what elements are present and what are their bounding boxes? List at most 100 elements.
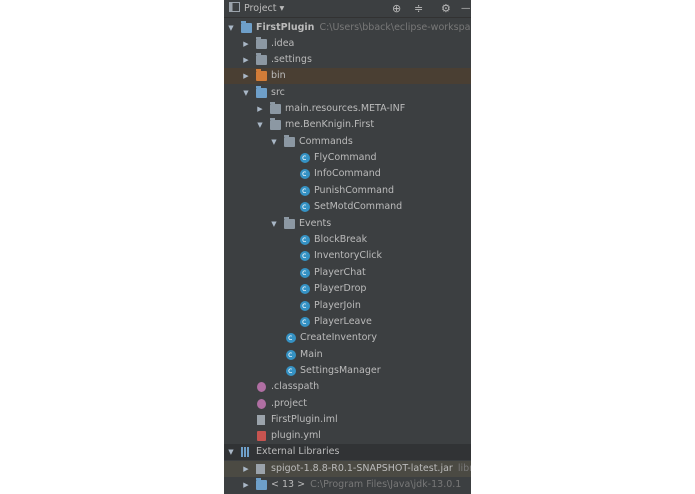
tree-row-class[interactable]: InfoCommand xyxy=(224,166,471,182)
tree-label: FirstPlugin xyxy=(256,22,315,33)
tree-row-jdk[interactable]: ▶ < 13 > C:\Program Files\Java\jdk-13.0.1 xyxy=(224,477,471,493)
java-class-icon xyxy=(300,314,310,330)
expand-arrow-icon[interactable]: ▼ xyxy=(226,20,236,36)
tree-label: CreateInventory xyxy=(300,332,377,343)
tree-row-library-jar[interactable]: ▶ spigot-1.8.8-R0.1-SNAPSHOT-latest.jar l… xyxy=(224,461,471,477)
expand-arrow-icon[interactable]: ▼ xyxy=(269,216,279,232)
tree-label: Events xyxy=(299,218,332,229)
tree-label: Main xyxy=(300,349,323,360)
expand-arrow-icon[interactable]: ▼ xyxy=(255,117,265,133)
java-class-icon xyxy=(300,232,310,248)
tree-label: PlayerLeave xyxy=(314,316,372,327)
tree-row-class[interactable]: PlayerJoin xyxy=(224,298,471,314)
tree-row-commands[interactable]: ▼ Commands xyxy=(224,134,471,150)
tree-row-class[interactable]: CreateInventory xyxy=(224,330,471,346)
tree-label: SetMotdCommand xyxy=(314,201,403,212)
collapsed-arrow-icon[interactable]: ▶ xyxy=(255,101,265,117)
tree-row-file[interactable]: FirstPlugin.iml xyxy=(224,412,471,428)
tree-row-class[interactable]: PlayerChat xyxy=(224,265,471,281)
module-path: C:\Users\bback\eclipse-workspace\Fi xyxy=(319,22,471,33)
tree-row-class[interactable]: SetMotdCommand xyxy=(224,199,471,215)
tree-label: .project xyxy=(271,398,307,409)
package-icon xyxy=(270,118,281,130)
tree-label: main.resources.META-INF xyxy=(285,103,406,114)
tree-label: Commands xyxy=(299,136,353,147)
tree-row-bin[interactable]: ▶ bin xyxy=(224,68,471,84)
tree-row-class[interactable]: SettingsManager xyxy=(224,363,471,379)
collapsed-arrow-icon[interactable]: ▶ xyxy=(241,36,251,52)
project-tool-window: Project ▾ ⊕ ≑ ⚙ — ▼ FirstPlugin C:\Users\… xyxy=(224,0,471,494)
package-icon xyxy=(270,102,281,114)
collapsed-arrow-icon[interactable]: ▶ xyxy=(241,68,251,84)
expand-arrow-icon[interactable]: ▼ xyxy=(269,134,279,150)
collapsed-arrow-icon[interactable]: ▶ xyxy=(241,52,251,68)
xml-file-icon xyxy=(257,399,266,409)
tree-label: .settings xyxy=(271,54,312,65)
tree-row-class[interactable]: PlayerLeave xyxy=(224,314,471,330)
java-class-icon xyxy=(300,248,310,264)
tree-label: spigot-1.8.8-R0.1-SNAPSHOT-latest.jar xyxy=(271,463,453,474)
tree-label: FlyCommand xyxy=(314,152,377,163)
tree-label: SettingsManager xyxy=(300,365,381,376)
java-class-icon xyxy=(300,298,310,314)
tree-label: .classpath xyxy=(271,381,320,392)
collapsed-arrow-icon[interactable]: ▶ xyxy=(241,461,251,477)
java-class-icon xyxy=(300,265,310,281)
tree-row-events[interactable]: ▼ Events xyxy=(224,216,471,232)
java-class-icon xyxy=(300,150,310,166)
jdk-folder-icon xyxy=(256,478,267,490)
expand-arrow-icon[interactable]: ▼ xyxy=(241,85,251,101)
tree-row-class[interactable]: BlockBreak xyxy=(224,232,471,248)
locate-target-icon[interactable]: ⊕ xyxy=(392,0,401,17)
package-icon xyxy=(284,135,295,147)
java-class-icon xyxy=(300,199,310,215)
tree-label: External Libraries xyxy=(256,446,340,457)
module-folder-icon xyxy=(241,21,252,33)
chevron-down-icon: ▾ xyxy=(279,3,285,14)
tree-label: < 13 > xyxy=(271,479,306,490)
tree-row-src[interactable]: ▼ src xyxy=(224,85,471,101)
gear-icon[interactable]: ⚙ xyxy=(441,0,451,17)
tree-row-class[interactable]: InventoryClick xyxy=(224,248,471,264)
tree-label: plugin.yml xyxy=(271,430,321,441)
project-view-label: Project xyxy=(244,3,277,14)
hide-icon[interactable]: — xyxy=(461,0,471,17)
tree-row-settings[interactable]: ▶ .settings xyxy=(224,52,471,68)
java-class-icon xyxy=(286,363,296,379)
tree-row-file[interactable]: .project xyxy=(224,396,471,412)
tree-row-external-libraries[interactable]: ▼ External Libraries xyxy=(224,444,471,460)
tree-row-class[interactable]: PlayerDrop xyxy=(224,281,471,297)
tree-label: .idea xyxy=(271,38,295,49)
tree-label: src xyxy=(271,87,285,98)
tree-label: bin xyxy=(271,70,286,81)
collapsed-arrow-icon[interactable]: ▶ xyxy=(241,477,251,493)
java-class-icon xyxy=(286,347,296,363)
source-folder-icon xyxy=(256,86,267,98)
tree-row-firstplugin[interactable]: ▼ FirstPlugin C:\Users\bback\eclipse-work… xyxy=(224,20,471,36)
project-toolbar: Project ▾ ⊕ ≑ ⚙ — xyxy=(224,0,471,18)
project-view-selector[interactable]: Project ▾ xyxy=(244,0,284,17)
tree-row-class[interactable]: FlyCommand xyxy=(224,150,471,166)
tree-row-file[interactable]: plugin.yml xyxy=(224,428,471,444)
tree-row-class[interactable]: PunishCommand xyxy=(224,183,471,199)
tree-row-meta-inf[interactable]: ▶ main.resources.META-INF xyxy=(224,101,471,117)
tree-row-class[interactable]: Main xyxy=(224,347,471,363)
folder-icon xyxy=(256,37,267,49)
xml-file-icon xyxy=(257,382,266,392)
jar-icon xyxy=(256,464,265,474)
tree-label: InfoCommand xyxy=(314,168,381,179)
tree-label: me.BenKnigin.First xyxy=(285,119,375,130)
excluded-folder-icon xyxy=(256,69,267,81)
collapse-all-icon[interactable]: ≑ xyxy=(414,0,423,17)
tree-row-package[interactable]: ▼ me.BenKnigin.First xyxy=(224,117,471,133)
package-icon xyxy=(284,217,295,229)
java-class-icon xyxy=(300,183,310,199)
tree-label: InventoryClick xyxy=(314,250,383,261)
tree-row-file[interactable]: .classpath xyxy=(224,379,471,395)
java-class-icon xyxy=(286,330,296,346)
expand-arrow-icon[interactable]: ▼ xyxy=(226,444,236,460)
tree-label: PlayerJoin xyxy=(314,300,361,311)
tree-row-idea[interactable]: ▶ .idea xyxy=(224,36,471,52)
iml-file-icon xyxy=(257,415,265,425)
yaml-file-icon xyxy=(257,431,266,441)
